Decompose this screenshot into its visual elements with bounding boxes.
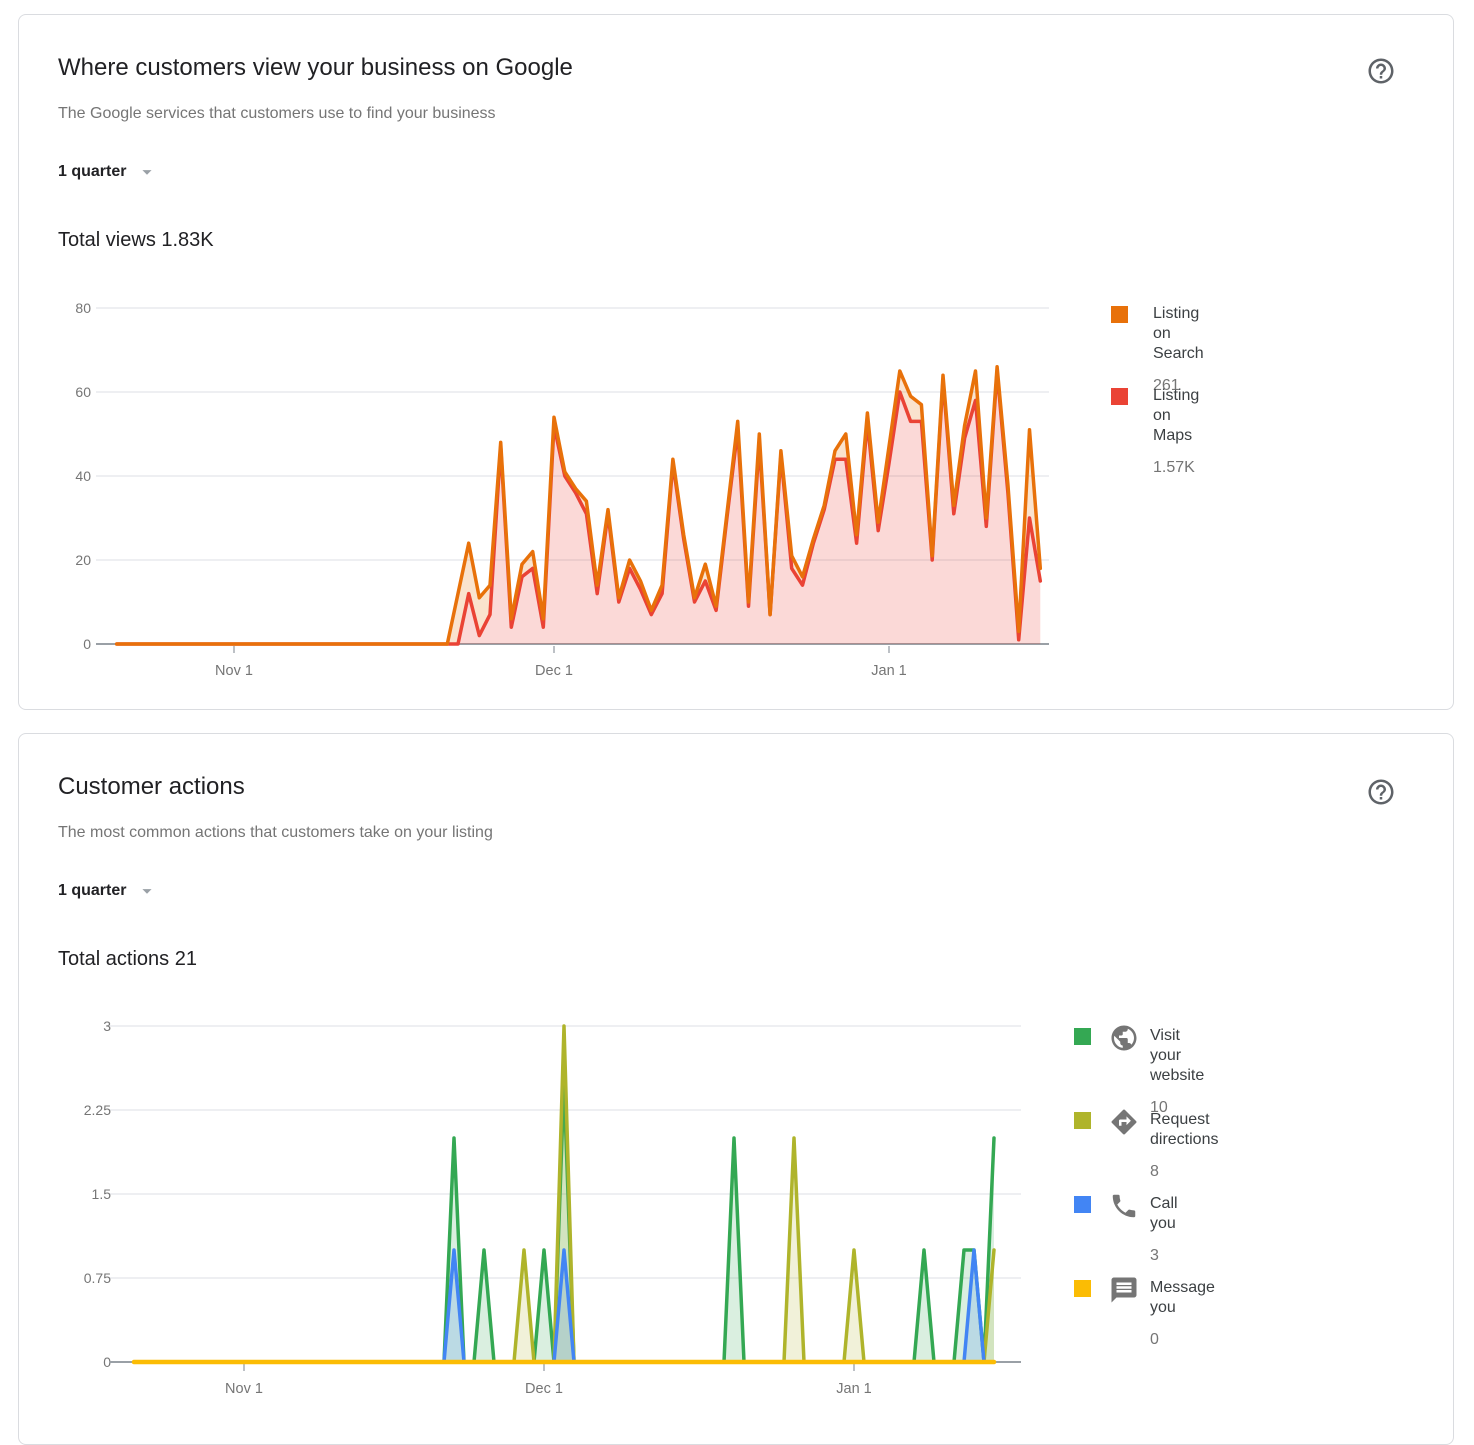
phone-icon	[1109, 1191, 1139, 1221]
legend-item-request-directions: Request directions 8	[1074, 1110, 1218, 1182]
card-subtitle: The Google services that customers use t…	[58, 103, 496, 125]
help-icon[interactable]	[1366, 776, 1398, 808]
actions-chart: 00.751.52.253Nov 1Dec 1Jan 1	[41, 1011, 1061, 1411]
y-axis-label: 2.25	[84, 1102, 111, 1118]
series-listing-on-maps-area	[117, 371, 1041, 644]
page-title: Where customers view your business on Go…	[58, 53, 573, 83]
y-axis-label: 80	[75, 300, 91, 316]
legend-item-listing-on-maps: Listing on Maps 1.57K	[1111, 386, 1199, 478]
legend-label: Request directions	[1150, 1110, 1218, 1150]
legend-label: Message you	[1150, 1278, 1215, 1318]
legend-item-call-you: Call you 3	[1074, 1194, 1178, 1266]
legend-label: Listing on Maps	[1153, 386, 1199, 446]
legend-item-message-you: Message you 0	[1074, 1278, 1215, 1350]
legend-label: Listing on Search	[1153, 304, 1204, 364]
legend-value: 8	[1150, 1162, 1218, 1182]
chat-icon	[1109, 1275, 1139, 1305]
help-icon[interactable]	[1366, 55, 1398, 87]
period-label: 1 quarter	[58, 882, 126, 900]
y-axis-label: 1.5	[92, 1186, 112, 1202]
y-axis-label: 0.75	[84, 1270, 111, 1286]
legend-value: 1.57K	[1153, 458, 1199, 478]
legend-color-swatch	[1074, 1196, 1091, 1213]
period-dropdown[interactable]: 1 quarter	[58, 880, 158, 902]
legend-label: Call you	[1150, 1194, 1178, 1234]
actions-card: Customer actions The most common actions…	[18, 733, 1454, 1445]
globe-icon	[1109, 1023, 1139, 1053]
legend-color-swatch	[1074, 1112, 1091, 1129]
period-label: 1 quarter	[58, 163, 126, 181]
total-actions-label: Total actions 21	[58, 946, 197, 972]
chevron-down-icon	[136, 880, 158, 902]
legend-color-swatch	[1074, 1280, 1091, 1297]
x-axis-label: Dec 1	[525, 1381, 563, 1397]
legend-label: Visit your website	[1150, 1026, 1204, 1086]
x-axis-label: Dec 1	[535, 663, 573, 679]
chevron-down-icon	[136, 161, 158, 183]
y-axis-label: 0	[83, 636, 91, 652]
legend-value: 3	[1150, 1246, 1178, 1266]
legend-value: 0	[1150, 1330, 1215, 1350]
x-axis-label: Nov 1	[215, 663, 253, 679]
y-axis-label: 20	[75, 552, 91, 568]
total-views-label: Total views 1.83K	[58, 227, 214, 253]
y-axis-label: 60	[75, 384, 91, 400]
x-axis-label: Nov 1	[225, 1381, 263, 1397]
page-title: Customer actions	[58, 772, 245, 802]
legend-item-visit-your-website: Visit your website10	[1074, 1026, 1204, 1118]
legend-color-swatch	[1111, 388, 1128, 405]
directions-icon	[1109, 1107, 1139, 1137]
x-axis-label: Jan 1	[871, 663, 906, 679]
legend-item-listing-on-search: Listing on Search261	[1111, 304, 1204, 396]
x-axis-label: Jan 1	[836, 1381, 871, 1397]
legend-color-swatch	[1074, 1028, 1091, 1045]
y-axis-label: 3	[103, 1018, 111, 1034]
views-chart: 0 20 40 60 80 Nov 1 Dec 1 Jan 1	[41, 291, 1061, 691]
legend-color-swatch	[1111, 306, 1128, 323]
views-card: Where customers view your business on Go…	[18, 14, 1454, 710]
period-dropdown[interactable]: 1 quarter	[58, 161, 158, 183]
y-axis-label: 40	[75, 468, 91, 484]
card-subtitle: The most common actions that customers t…	[58, 822, 493, 844]
